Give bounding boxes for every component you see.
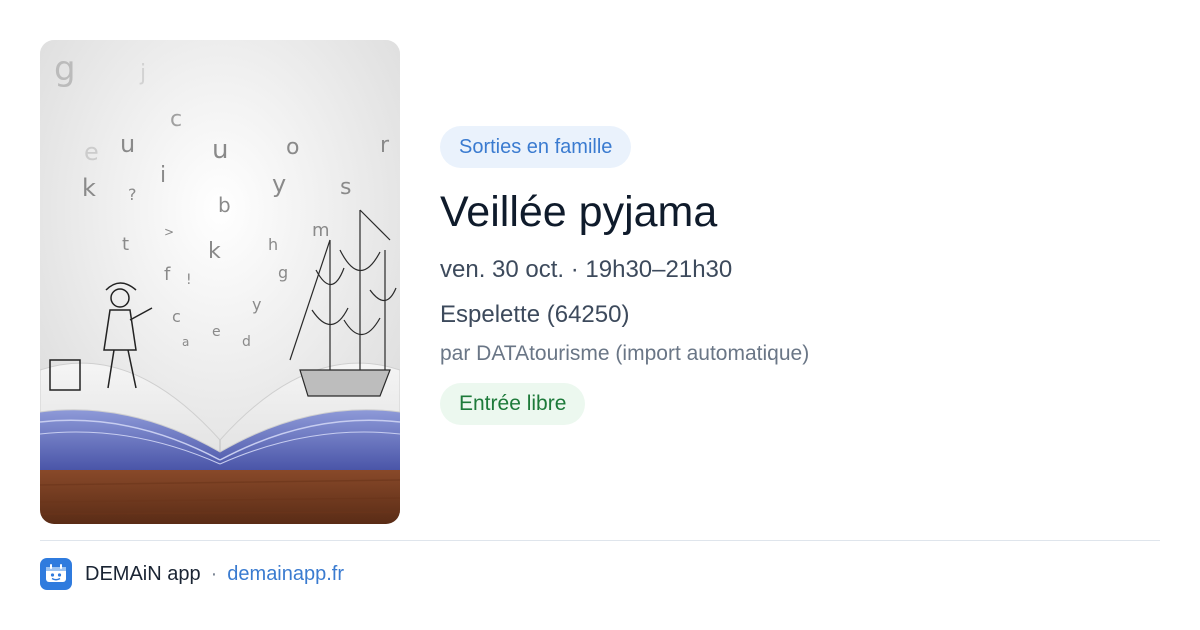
- svg-text:b: b: [218, 193, 231, 217]
- svg-text:>: >: [164, 225, 174, 239]
- svg-text:o: o: [286, 135, 299, 160]
- svg-text:?: ?: [128, 185, 137, 204]
- svg-text:k: k: [82, 174, 96, 202]
- category-chip[interactable]: Sorties en famille: [440, 126, 632, 168]
- event-image[interactable]: g j c u e u o r k i ? y s t b k m h f ! …: [40, 40, 400, 524]
- event-info: Sorties en famille Veillée pyjama ven. 3…: [440, 126, 1160, 425]
- demain-app-logo-icon: [40, 558, 72, 590]
- price-chip: Entrée libre: [440, 383, 586, 425]
- svg-text:e: e: [84, 138, 99, 166]
- divider: [40, 540, 1160, 541]
- event-title: Veillée pyjama: [440, 188, 718, 236]
- svg-text:y: y: [272, 170, 286, 198]
- svg-text:k: k: [208, 239, 221, 264]
- open-book-illustration: g j c u e u o r k i ? y s t b k m h f ! …: [40, 40, 400, 524]
- svg-text:u: u: [212, 135, 228, 165]
- svg-text:f: f: [164, 264, 171, 285]
- svg-text:g: g: [278, 263, 288, 282]
- separator: ·: [210, 562, 218, 585]
- svg-text:c: c: [172, 307, 181, 326]
- svg-text:t: t: [122, 234, 129, 255]
- event-location: Espelette (64250): [440, 301, 630, 328]
- svg-text:s: s: [340, 175, 351, 200]
- svg-text:c: c: [170, 107, 182, 132]
- svg-text:m: m: [312, 220, 330, 241]
- svg-text:j: j: [139, 61, 146, 86]
- svg-text:d: d: [242, 334, 251, 350]
- svg-text:g: g: [54, 49, 76, 89]
- svg-text:r: r: [380, 133, 390, 158]
- svg-text:!: !: [186, 272, 192, 288]
- svg-text:a: a: [182, 335, 189, 349]
- svg-text:i: i: [160, 163, 166, 188]
- svg-text:y: y: [252, 295, 261, 314]
- event-organizer: par DATAtourisme (import automatique): [440, 342, 810, 365]
- app-name: DEMAiN app: [85, 562, 201, 585]
- event-datetime: ven. 30 oct. · 19h30–21h30: [440, 256, 733, 283]
- footer: DEMAiN app · demainapp.fr: [40, 557, 344, 591]
- svg-text:u: u: [120, 130, 135, 158]
- svg-text:e: e: [212, 324, 221, 340]
- app-link[interactable]: demainapp.fr: [227, 563, 344, 586]
- svg-text:h: h: [268, 235, 278, 254]
